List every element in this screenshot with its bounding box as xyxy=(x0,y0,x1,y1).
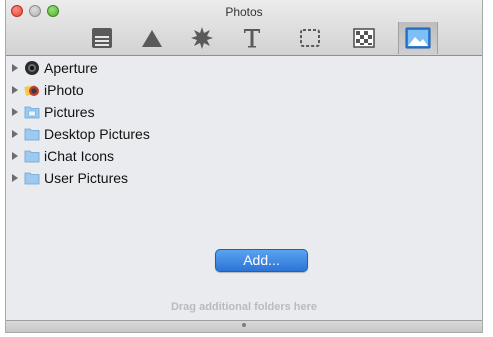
photo-icon xyxy=(405,27,431,49)
toolbar-photos-button[interactable] xyxy=(398,22,438,54)
toolbar-shapes-button[interactable] xyxy=(138,24,166,52)
source-label: User Pictures xyxy=(44,170,129,186)
triangle-icon xyxy=(142,30,162,47)
source-label: iChat Icons xyxy=(44,148,115,164)
disclosure-triangle-icon[interactable] xyxy=(12,174,18,182)
toolbar-pattern-button[interactable] xyxy=(350,24,378,52)
drop-hint: Drag additional folders here xyxy=(170,301,318,313)
folder-icon xyxy=(24,150,40,163)
disclosure-triangle-icon[interactable] xyxy=(12,130,18,138)
text-icon xyxy=(244,29,260,48)
folder-icon xyxy=(24,172,40,185)
folder-icon xyxy=(24,128,40,141)
source-label: iPhoto xyxy=(44,82,84,98)
add-folder-button[interactable]: Add... xyxy=(215,249,308,272)
marquee-icon xyxy=(300,29,320,47)
source-label: Pictures xyxy=(44,104,95,120)
resize-grip-icon[interactable] xyxy=(242,323,246,327)
iphoto-icon xyxy=(24,84,39,96)
toolbar-selection-button[interactable] xyxy=(296,24,324,52)
source-row-pictures[interactable]: Pictures xyxy=(6,101,482,123)
toolbar-effects-button[interactable] xyxy=(188,24,216,52)
window-title: Photos xyxy=(225,5,263,19)
checkerboard-icon xyxy=(353,28,375,48)
starburst-icon xyxy=(191,27,213,49)
source-label: Desktop Pictures xyxy=(44,126,150,142)
disclosure-triangle-icon[interactable] xyxy=(12,86,18,94)
source-row-desktop-pictures[interactable]: Desktop Pictures xyxy=(6,123,482,145)
source-row-iphoto[interactable]: iPhoto xyxy=(6,79,482,101)
source-row-aperture[interactable]: Aperture xyxy=(6,57,482,79)
toolbar-display-button[interactable] xyxy=(88,24,116,52)
display-icon xyxy=(92,28,112,48)
resize-bar[interactable] xyxy=(6,320,482,332)
disclosure-triangle-icon[interactable] xyxy=(12,108,18,116)
disclosure-triangle-icon[interactable] xyxy=(12,64,18,72)
pictures-folder-icon xyxy=(24,106,40,119)
source-row-ichat-icons[interactable]: iChat Icons xyxy=(6,145,482,167)
source-row-user-pictures[interactable]: User Pictures xyxy=(6,167,482,189)
disclosure-triangle-icon[interactable] xyxy=(12,152,18,160)
source-label: Aperture xyxy=(44,60,98,76)
aperture-icon xyxy=(25,61,39,75)
toolbar-text-button[interactable] xyxy=(238,24,266,52)
photos-window: Photos Aperture iPhoto Pictures Desktop … xyxy=(5,0,483,333)
title-bar: Photos xyxy=(6,0,482,56)
